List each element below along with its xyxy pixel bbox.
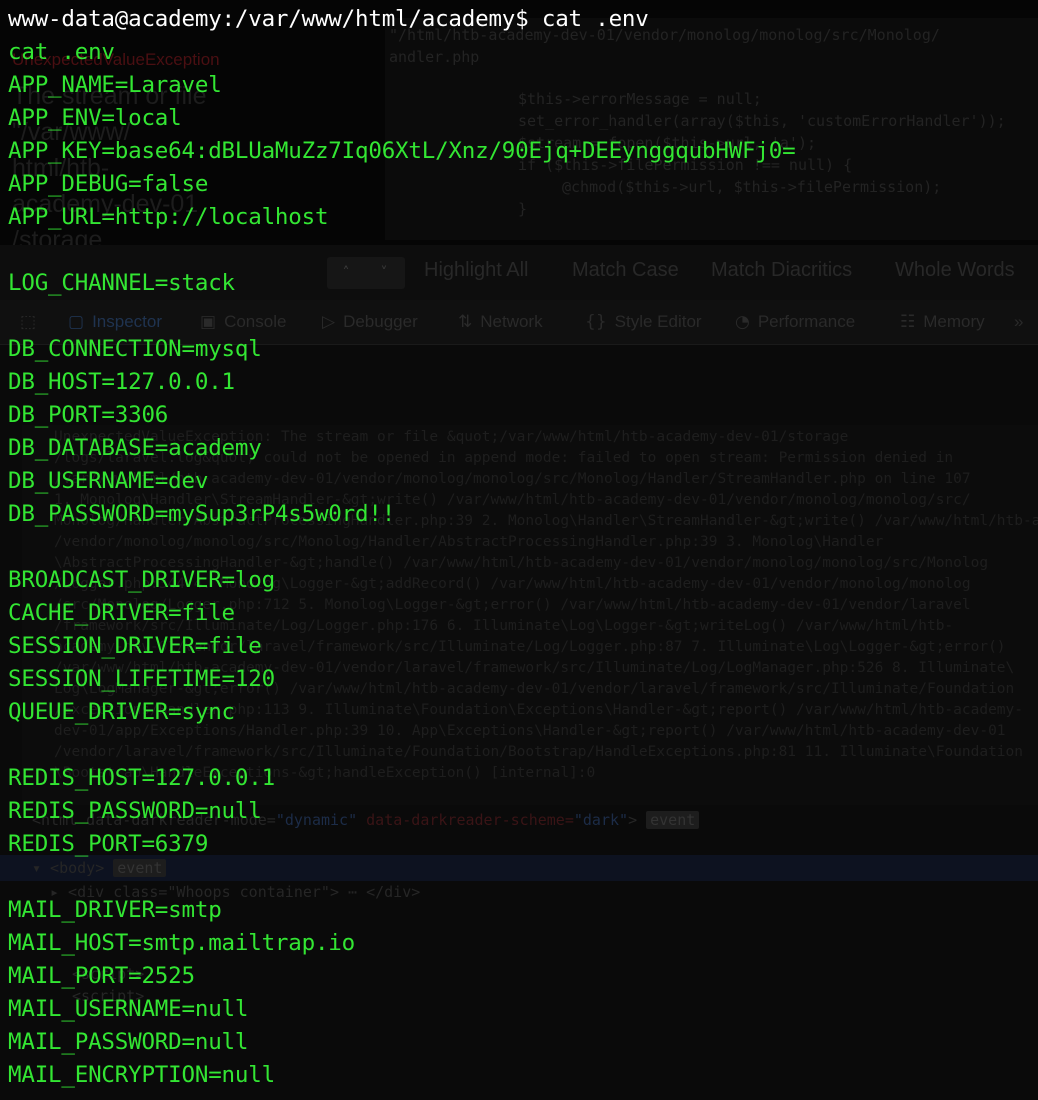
env-line: MAIL_USERNAME=null [8, 996, 249, 1022]
env-line: MAIL_PORT=2525 [8, 963, 195, 989]
env-line: APP_DEBUG=false [8, 171, 209, 197]
env-line: QUEUE_DRIVER=sync [8, 699, 235, 725]
env-line: SESSION_LIFETIME=120 [8, 666, 275, 692]
env-line: APP_KEY=base64:dBLUaMuZz7Iq06XtL/Xnz/90E… [8, 138, 796, 164]
env-line: DB_CONNECTION=mysql [8, 336, 262, 362]
env-line: APP_NAME=Laravel [8, 72, 222, 98]
env-line: DB_PASSWORD=mySup3rP4s5w0rd!! [8, 501, 396, 527]
shell-prompt: www-data@academy:/var/www/html/academy$ … [8, 6, 649, 32]
env-line: REDIS_PORT=6379 [8, 831, 209, 857]
env-line: BROADCAST_DRIVER=log [8, 567, 275, 593]
env-line: DB_DATABASE=academy [8, 435, 262, 461]
env-line: APP_URL=http://localhost [8, 204, 329, 230]
env-line: DB_USERNAME=dev [8, 468, 209, 494]
env-line: REDIS_HOST=127.0.0.1 [8, 765, 275, 791]
env-line: CACHE_DRIVER=file [8, 600, 235, 626]
env-line: MAIL_DRIVER=smtp [8, 897, 222, 923]
env-line: MAIL_PASSWORD=null [8, 1029, 249, 1055]
env-line: REDIS_PASSWORD=null [8, 798, 262, 824]
command-echo: cat .env [8, 39, 115, 65]
terminal-window[interactable]: www-data@academy:/var/www/html/academy$ … [0, 0, 1038, 1100]
env-line: MAIL_ENCRYPTION=null [8, 1062, 275, 1088]
env-line: DB_PORT=3306 [8, 402, 169, 428]
env-line: SESSION_DRIVER=file [8, 633, 262, 659]
env-line: LOG_CHANNEL=stack [8, 270, 235, 296]
env-line: MAIL_HOST=smtp.mailtrap.io [8, 930, 355, 956]
env-line: DB_HOST=127.0.0.1 [8, 369, 235, 395]
env-line: APP_ENV=local [8, 105, 182, 131]
